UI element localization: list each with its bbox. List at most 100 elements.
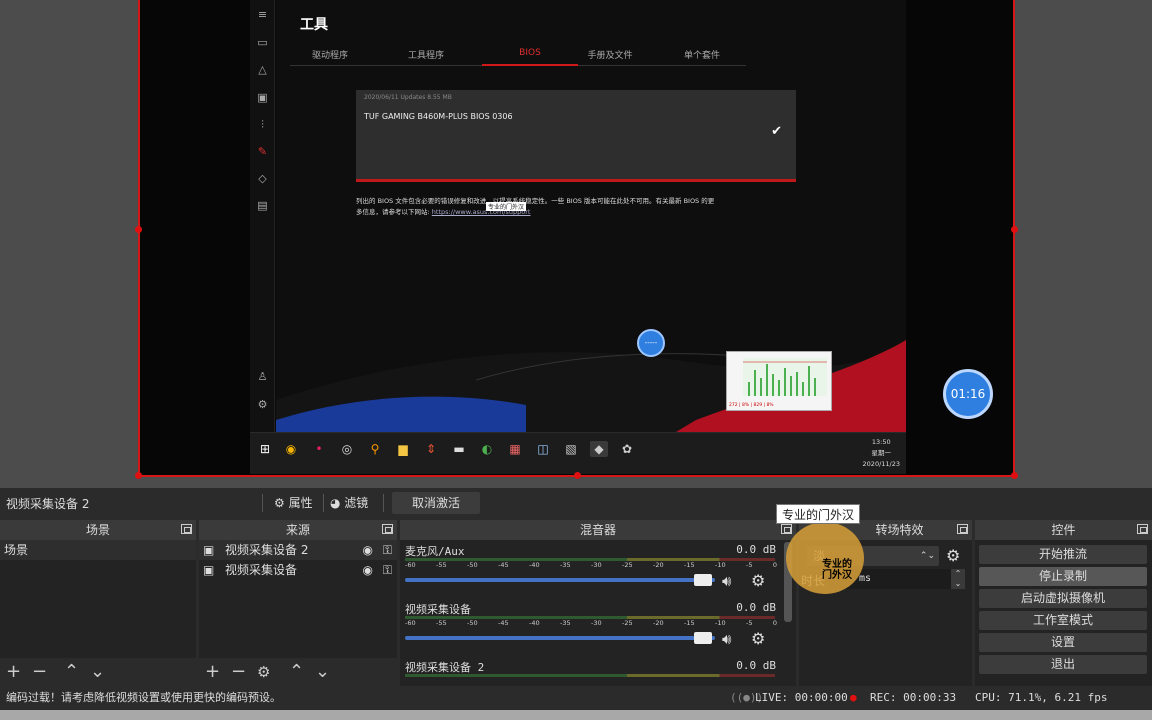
undock-icon[interactable] <box>781 524 792 534</box>
bios-name: TUF GAMING B460M-PLUS BIOS 0306 <box>364 112 513 121</box>
speaker-icon[interactable]: 🔊︎ <box>722 630 731 648</box>
resize-handle-bottom-right[interactable] <box>1011 472 1018 479</box>
volume-knob[interactable] <box>694 574 712 586</box>
toolbar-separator <box>262 494 263 512</box>
track-db: 0.0 dB <box>736 601 776 614</box>
undock-icon[interactable] <box>957 524 968 534</box>
armoury-crate-window: ≡ ▭ △ ▣ ⫶ ✎ ◇ ▤ ♙ ⚙ 工具 驱动程序 工具程序 BIOS 手册… <box>250 0 906 474</box>
bios-note-line1: 列出的 BIOS 文件包含必要的错误修复和改进，以提高系统稳定性。一些 BIOS… <box>356 197 715 205</box>
user-icon: ♙ <box>257 370 268 383</box>
lock-icon[interactable]: ⚿ <box>383 540 392 560</box>
resize-handle-bottom[interactable] <box>574 472 581 479</box>
add-icon[interactable]: + <box>6 662 21 682</box>
controls-header: 控件 <box>975 520 1152 540</box>
undock-icon[interactable] <box>1137 524 1148 534</box>
duration-spinner[interactable]: ⌃ ⌄ <box>951 569 965 589</box>
tab-utilities: 工具程序 <box>407 51 444 61</box>
toolbar-separator <box>323 494 324 512</box>
chart-footer: 272 | 8% | 829 | 8% <box>729 403 774 408</box>
lock-icon[interactable]: ⚿ <box>383 560 392 580</box>
tab-drivers: 驱动程序 <box>311 51 348 61</box>
track-db: 0.0 dB <box>736 543 776 556</box>
track-settings-icon[interactable]: ⚙ <box>751 571 765 590</box>
scenes-dock: 场景 场景 + − ⌃ ⌄ <box>0 520 196 686</box>
move-up-icon[interactable]: ⌃ <box>64 662 79 682</box>
move-down-icon[interactable]: ⌄ <box>315 662 330 682</box>
resize-handle-right[interactable] <box>1011 226 1018 233</box>
mixer-track: 视频采集设备 2 0.0 dB <box>400 656 796 686</box>
tag-icon: ◇ <box>258 172 267 185</box>
volume-knob[interactable] <box>694 632 712 644</box>
mixer-track: 麦克风/Aux 0.0 dB -60 -55 -50 -45 -40 -35 -30 -25-… <box>400 540 796 598</box>
gamevisual-icon: ▣ <box>257 91 268 104</box>
track-settings-icon[interactable]: ⚙ <box>751 629 765 648</box>
preview-canvas[interactable]: ≡ ▭ △ ▣ ⫶ ✎ ◇ ▤ ♙ ⚙ 工具 驱动程序 工具程序 BIOS 手册… <box>0 0 1152 488</box>
spinner-icon: ⌃⌄ <box>919 551 935 561</box>
grid-app-icon: ▦ <box>509 442 521 456</box>
app-dot-icon: • <box>315 442 323 456</box>
move-down-icon[interactable]: ⌄ <box>90 662 105 682</box>
track-name: 视频采集设备 <box>405 603 471 616</box>
remove-icon[interactable]: − <box>32 662 47 682</box>
add-icon[interactable]: + <box>205 662 220 682</box>
settings-gear-icon[interactable]: ⚙ <box>257 662 270 682</box>
menu-icon: ≡ <box>257 8 268 21</box>
rec-dot-icon: ● <box>850 691 857 704</box>
move-up-icon[interactable]: ⌃ <box>289 662 304 682</box>
volume-slider[interactable] <box>405 578 715 582</box>
live-time: LIVE: 00:00:00 <box>755 691 848 704</box>
source-item[interactable]: ▣ 视频采集设备 2 ◉ ⚿ <box>199 540 397 560</box>
deactivate-button[interactable]: 取消激活 <box>392 492 480 514</box>
scenes-header: 场景 <box>0 520 196 540</box>
properties-button[interactable]: ⚙ 属性 <box>274 492 313 514</box>
stop-recording-button[interactable]: 停止录制 <box>979 567 1147 586</box>
updown-icon: ⇕ <box>425 442 437 456</box>
start-streaming-button[interactable]: 开始推流 <box>979 545 1147 564</box>
cpu-fps: CPU: 71.1%, 6.21 fps <box>975 691 1108 704</box>
bios-note-line2: 多信息，请参考以下网站: <box>356 208 430 216</box>
tab-bios: BIOS <box>519 48 541 58</box>
speaker-icon[interactable]: 🔊︎ <box>722 572 731 590</box>
armoury-title: 工具 <box>300 17 328 33</box>
track-name: 麦克风/Aux <box>405 545 465 558</box>
studio-mode-button[interactable]: 工作室模式 <box>979 611 1147 630</box>
mixer-dock: 混音器 麦克风/Aux 0.0 dB -60 -55 -50 -45 -40 -35 -30… <box>400 520 796 686</box>
sources-footer: + − ⚙ ⌃ ⌄ <box>199 658 397 686</box>
start-virtual-camera-button[interactable]: 启动虚拟摄像机 <box>979 589 1147 608</box>
undock-icon[interactable] <box>382 524 393 534</box>
volume-slider[interactable] <box>405 636 715 640</box>
undock-icon[interactable] <box>181 524 192 534</box>
filters-button[interactable]: ◕ 滤镜 <box>330 492 368 514</box>
transitions-title: 转场特效 <box>875 523 924 537</box>
book-icon: ◫ <box>537 442 549 456</box>
source-item[interactable]: ▣ 视频采集设备 ◉ ⚿ <box>199 560 397 580</box>
resize-handle-bottom-left[interactable] <box>135 472 142 479</box>
watermark-small: 专业的门外汉 <box>486 202 527 211</box>
bios-card: 2020/06/11 Updates 8.55 MB TUF GAMING B4… <box>356 90 796 182</box>
armoury-sidebar: ≡ ▭ △ ▣ ⫶ ✎ ◇ ▤ ♙ ⚙ <box>250 0 275 432</box>
mixer-header: 混音器 <box>400 520 796 540</box>
visibility-eye-icon[interactable]: ◉ <box>363 540 373 560</box>
selected-source-frame[interactable]: ≡ ▭ △ ▣ ⫶ ✎ ◇ ▤ ♙ ⚙ 工具 驱动程序 工具程序 BIOS 手册… <box>135 0 1018 479</box>
resize-handle-left[interactable] <box>135 226 142 233</box>
remove-icon[interactable]: − <box>231 662 246 682</box>
bios-note: 列出的 BIOS 文件包含必要的错误修复和改进，以提高系统稳定性。一些 BIOS… <box>356 196 796 218</box>
tuning-icon: ⫶ <box>261 118 264 131</box>
tab-packages: 单个套件 <box>683 51 720 61</box>
scene-item[interactable]: 场景 <box>0 540 196 560</box>
clock-day: 星期一 <box>871 449 892 457</box>
os-taskbar <box>0 710 1152 720</box>
transition-gear-icon[interactable]: ⚙ <box>946 546 960 565</box>
news-icon: ▤ <box>257 199 268 212</box>
cursor-indicator: ----- <box>637 329 665 357</box>
green-app-icon: ◐ <box>481 442 493 456</box>
settings-button[interactable]: 设置 <box>979 633 1147 652</box>
exit-button[interactable]: 退出 <box>979 655 1147 674</box>
settings-icon: ⚙ <box>257 398 268 411</box>
encoder-warning: 编码过载！请考虑降低视频设置或使用更快的编码预设。 <box>6 691 281 704</box>
source-label: 视频采集设备 2 <box>225 543 309 557</box>
visibility-eye-icon[interactable]: ◉ <box>363 560 373 580</box>
armoury-tabs: 驱动程序 工具程序 BIOS 手册及文件 单个套件 <box>290 44 746 66</box>
track-name: 视频采集设备 2 <box>405 661 485 674</box>
perf-mini-chart: 272 | 8% | 829 | 8% <box>726 351 832 411</box>
